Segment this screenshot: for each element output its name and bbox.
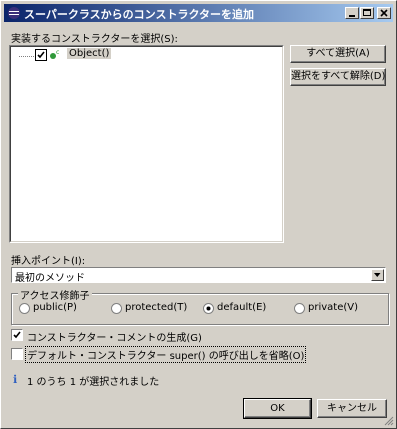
radio-default-label[interactable]: default(E) xyxy=(217,302,266,313)
cancel-button[interactable]: キャンセル xyxy=(317,399,387,418)
tree-item-checkbox[interactable] xyxy=(35,49,47,61)
radio-protected[interactable] xyxy=(111,303,122,314)
svg-text:c: c xyxy=(56,50,59,56)
select-all-button[interactable]: すべて選択(A) xyxy=(290,45,386,63)
radio-protected-label[interactable]: protected(T) xyxy=(125,302,187,313)
close-icon xyxy=(380,9,388,17)
info-icon: ℹ xyxy=(13,373,18,386)
radio-private-label[interactable]: private(V) xyxy=(308,302,358,313)
generate-comments-checkbox[interactable] xyxy=(11,329,23,341)
omit-super-checkbox[interactable] xyxy=(11,348,23,360)
resize-grip-icon[interactable] xyxy=(384,416,394,426)
radio-public[interactable] xyxy=(19,303,30,314)
dialog-window: スーパークラスからのコンストラクターを追加 実装するコンストラクターを選択(S)… xyxy=(0,0,397,429)
minimize-icon xyxy=(349,15,355,17)
constructor-icon: c xyxy=(49,49,61,63)
ok-button[interactable]: OK xyxy=(243,398,312,419)
tree-item-label[interactable]: Object() xyxy=(67,48,112,59)
constructors-label: 実装するコンストラクターを選択(S): xyxy=(11,34,178,45)
window-title: スーパークラスからのコンストラクターを追加 xyxy=(24,8,255,21)
omit-super-label[interactable]: デフォルト・コンストラクター super() の呼び出しを省略(O) xyxy=(25,346,307,363)
status-text: 1 のうち 1 が選択されました xyxy=(27,377,160,388)
access-modifier-title: アクセス修飾子 xyxy=(18,287,92,302)
radio-default[interactable] xyxy=(203,303,214,314)
insertion-point-label: 挿入ポイント(I): xyxy=(11,256,86,267)
insertion-point-select[interactable]: 最初のメソッド xyxy=(11,267,386,284)
constructor-tree[interactable]: c Object() xyxy=(9,45,284,243)
insertion-point-value: 最初のメソッド xyxy=(15,273,85,284)
maximize-icon xyxy=(363,9,371,16)
eclipse-icon xyxy=(7,6,21,20)
checkmark-icon xyxy=(13,331,21,339)
deselect-all-button[interactable]: 選択をすべて解除(D) xyxy=(290,68,386,86)
checkmark-icon xyxy=(37,51,45,59)
maximize-button[interactable] xyxy=(360,7,374,19)
generate-comments-label[interactable]: コンストラクター・コメントの生成(G) xyxy=(27,329,202,344)
close-button[interactable] xyxy=(377,7,391,19)
title-bar[interactable]: スーパークラスからのコンストラクターを追加 xyxy=(4,4,393,22)
radio-public-label[interactable]: public(P) xyxy=(33,302,77,313)
chevron-down-icon[interactable] xyxy=(371,269,384,281)
radio-private[interactable] xyxy=(294,303,305,314)
minimize-button[interactable] xyxy=(345,7,359,19)
